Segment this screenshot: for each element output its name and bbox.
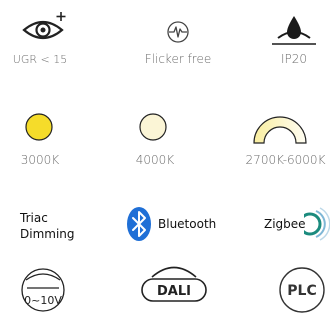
water-drop-icon — [272, 16, 316, 45]
dimmer-0-10v-label: 0~10V — [24, 294, 62, 307]
triac-line-1: Triac — [20, 211, 48, 225]
tunable-white-arc-icon — [253, 116, 307, 144]
plc-label: PLC — [287, 283, 316, 299]
dali-label: DALI — [157, 284, 191, 299]
dimming-0-10v: 0~10V — [18, 262, 68, 325]
neutral-light-circle-icon — [139, 113, 167, 141]
zigbee-icon — [304, 207, 330, 241]
flicker-free-icon — [167, 21, 189, 43]
control-zigbee: Zigbee — [262, 206, 335, 246]
dimming-dali: DALI — [138, 260, 210, 310]
feature-ip-rating: IP20 — [262, 0, 326, 75]
color-temp-label: 2700K-6000K — [245, 153, 326, 167]
color-temp-label: 4000K — [135, 153, 175, 167]
color-temp-3000k: 3000K — [0, 100, 80, 175]
ip-rating-label: IP20 — [280, 52, 308, 66]
ugr-label: UGR < 15 — [12, 53, 68, 66]
zigbee-label: Zigbee — [264, 217, 306, 231]
triac-line-2: Dimming — [20, 227, 75, 241]
color-temp-4000k: 4000K — [115, 100, 195, 175]
flicker-free-label: Flicker free — [144, 52, 212, 66]
bluetooth-label: Bluetooth — [158, 217, 217, 231]
eye-plus-icon — [22, 12, 66, 40]
feature-flicker-free: Flicker free — [128, 0, 228, 75]
color-temp-label: 3000K — [20, 153, 60, 167]
dimming-plc: PLC — [276, 260, 328, 318]
plc-icon: PLC — [279, 267, 325, 313]
feature-ugr: UGR < 15 — [0, 0, 80, 75]
color-temp-tunable: 2700K-6000K — [236, 100, 335, 175]
dali-icon: DALI — [141, 266, 207, 302]
control-bluetooth: Bluetooth — [124, 206, 244, 246]
triac-dimming-label: Triac Dimming — [20, 210, 75, 242]
warm-light-circle-icon — [25, 113, 53, 141]
dimmer-0-10v-icon: 0~10V — [21, 268, 65, 312]
bluetooth-icon — [127, 207, 151, 241]
